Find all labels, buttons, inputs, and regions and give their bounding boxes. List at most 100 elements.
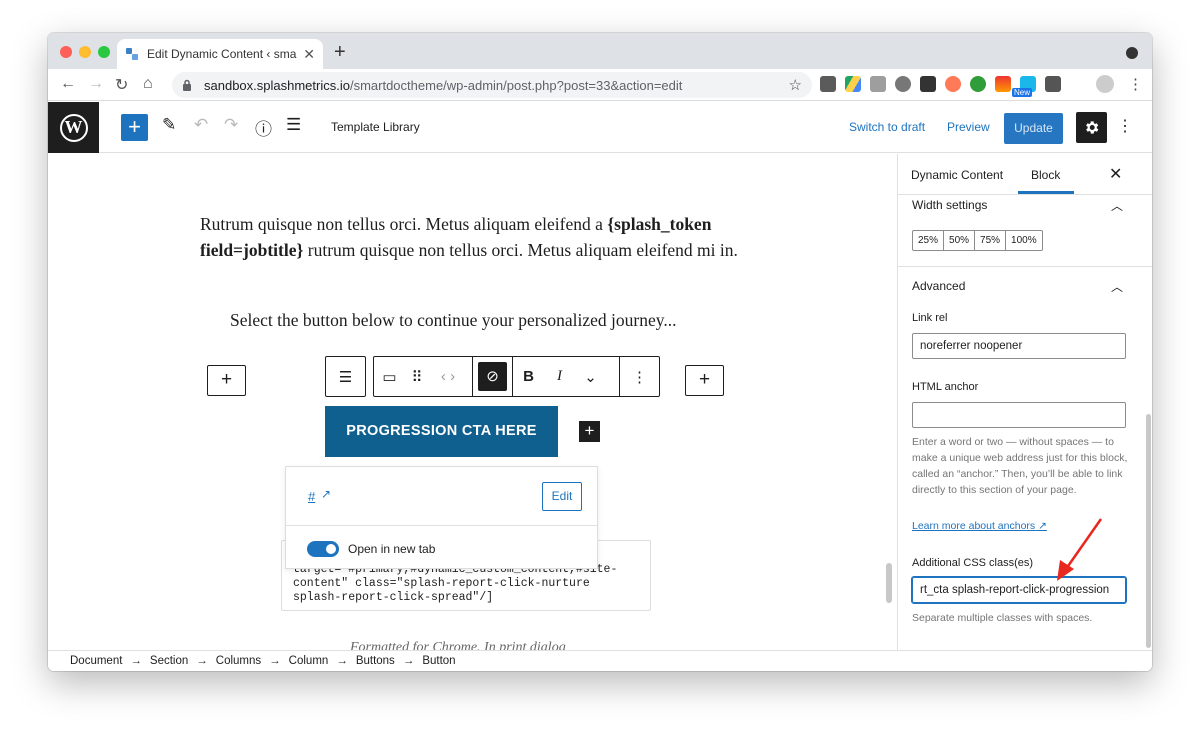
undo-icon[interactable]: ↶ [194, 115, 208, 135]
extension-circle-icon[interactable] [895, 76, 911, 92]
breadcrumb-arrow-icon: → [130, 655, 142, 667]
url-path: /smartdoctheme/wp-admin/post.php?post=33… [349, 77, 683, 93]
hubspot-icon[interactable] [945, 76, 961, 92]
update-button[interactable]: Update [1004, 113, 1063, 144]
active-tab-indicator [1018, 191, 1074, 194]
extension-green-icon[interactable] [970, 76, 986, 92]
tab-search-icon[interactable] [1126, 47, 1138, 59]
preview-button[interactable]: Preview [947, 120, 990, 134]
advanced-heading[interactable]: Advanced [912, 279, 965, 293]
learn-more-anchors-link[interactable]: Learn more about anchors ↗ [912, 520, 1047, 532]
template-library-button[interactable]: Template Library [331, 120, 420, 134]
css-class-input[interactable]: rt_cta splash-report-click-progression [912, 577, 1126, 603]
external-link-icon: ↗ [1038, 520, 1047, 532]
new-tab-icon[interactable]: + [334, 41, 346, 64]
wordpress-logo[interactable]: W [48, 102, 99, 153]
back-icon[interactable]: ← [60, 75, 76, 93]
settings-sidebar: Dynamic Content Block ✕ Width settings ︿… [897, 154, 1152, 650]
add-block-button[interactable]: + [121, 114, 148, 141]
bookmark-star-icon[interactable]: ☆ [789, 76, 802, 94]
edit-pencil-icon[interactable]: ✎ [162, 115, 176, 135]
canvas-scrollbar[interactable] [886, 563, 892, 603]
site-favicon-icon [126, 48, 138, 60]
google-drive-icon[interactable] [845, 76, 861, 92]
link-popover: # ↗ Edit Open in new tab [285, 466, 598, 569]
edit-link-button[interactable]: Edit [542, 482, 582, 511]
breadcrumb-section[interactable]: Section [150, 655, 188, 667]
reload-icon[interactable]: ↻ [115, 75, 128, 95]
extension-dark-icon[interactable] [920, 76, 936, 92]
breadcrumb-column[interactable]: Column [289, 655, 329, 667]
url-field[interactable]: sandbox.splashmetrics.io/smartdoctheme/w… [172, 72, 812, 98]
insert-block-left-button[interactable]: + [207, 365, 246, 396]
toolbar-format-group: B I ⌄ [513, 357, 620, 396]
settings-button[interactable] [1076, 112, 1107, 143]
block-options-icon[interactable]: ⋮ [624, 368, 655, 386]
link-rel-label: Link rel [912, 312, 948, 324]
width-settings-heading[interactable]: Width settings [912, 198, 987, 212]
breadcrumb-button[interactable]: Button [422, 655, 455, 667]
browser-menu-icon[interactable]: ⋮ [1128, 75, 1143, 93]
maximize-window-icon[interactable] [98, 46, 110, 58]
drag-handle-icon[interactable]: ⠿ [405, 368, 429, 386]
info-icon[interactable]: ⓘ [255, 115, 272, 140]
cutoff-text: Formatted for Chrome. In print dialog [350, 640, 566, 650]
forward-icon[interactable]: → [88, 75, 104, 93]
html-anchor-label: HTML anchor [912, 381, 979, 393]
buttons-parent-icon[interactable]: ☰ [326, 368, 365, 386]
button-block-icon[interactable]: ▭ [374, 368, 405, 386]
add-button-inserter[interactable]: + [579, 421, 600, 442]
breadcrumb-columns[interactable]: Columns [216, 655, 261, 667]
toolbar-options-group: ⋮ [620, 357, 659, 396]
chevron-up-icon[interactable]: ︿ [1111, 197, 1123, 214]
breadcrumb-arrow-icon: → [402, 655, 415, 667]
breadcrumb-document[interactable]: Document [70, 655, 122, 667]
tab-block[interactable]: Block [1031, 168, 1060, 182]
html-anchor-input[interactable] [912, 402, 1126, 428]
body-paragraph[interactable]: Rutrum quisque non tellus orci. Metus al… [200, 211, 740, 263]
more-options-icon[interactable]: ⋮ [1117, 116, 1133, 136]
gear-icon [1086, 121, 1099, 134]
open-new-tab-toggle[interactable] [307, 541, 339, 557]
breadcrumb-buttons[interactable]: Buttons [356, 655, 395, 667]
close-tab-icon[interactable]: ✕ [303, 46, 315, 63]
width-25-button[interactable]: 25% [913, 231, 945, 250]
extension-rainbow-icon[interactable] [995, 76, 1011, 92]
browser-window: Edit Dynamic Content ‹ smartd ✕ + ← → ↻ … [48, 33, 1152, 671]
new-badge: New [1012, 88, 1033, 97]
close-window-icon[interactable] [60, 46, 72, 58]
link-rel-input[interactable]: noreferrer noopener [912, 333, 1126, 359]
block-breadcrumb: Document → Section → Columns → Column → Butt… [48, 650, 1152, 671]
chevron-up-icon[interactable]: ︿ [1111, 278, 1123, 295]
extension-reader-icon[interactable] [820, 76, 836, 92]
unlink-icon[interactable]: ⊘ [478, 362, 507, 391]
paragraph-start: Rutrum quisque non tellus orci. Metus al… [200, 214, 603, 234]
progression-cta-button[interactable]: PROGRESSION CTA HERE [325, 406, 558, 457]
width-100-button[interactable]: 100% [1006, 231, 1042, 250]
width-75-button[interactable]: 75% [975, 231, 1007, 250]
switch-to-draft-button[interactable]: Switch to draft [849, 120, 925, 134]
sidebar-tabs: Dynamic Content Block ✕ [898, 154, 1152, 195]
width-50-button[interactable]: 50% [944, 231, 976, 250]
toggle-knob [326, 544, 336, 554]
profile-avatar[interactable] [1096, 75, 1114, 93]
minimize-window-icon[interactable] [79, 46, 91, 58]
move-arrows-icon[interactable]: ‹ › [429, 368, 467, 385]
parent-block-toolbar: ☰ [325, 356, 366, 397]
select-line-paragraph[interactable]: Select the button below to continue your… [230, 307, 730, 333]
italic-icon[interactable]: I [544, 368, 575, 385]
list-view-icon[interactable]: ☰ [286, 115, 301, 135]
tab-dynamic-content[interactable]: Dynamic Content [911, 168, 1003, 182]
browser-tab-active[interactable]: Edit Dynamic Content ‹ smartd ✕ [117, 39, 323, 69]
close-sidebar-icon[interactable]: ✕ [1109, 164, 1122, 184]
sidebar-scrollbar[interactable] [1146, 414, 1151, 648]
home-icon[interactable]: ⌂ [143, 75, 153, 93]
extensions-puzzle-icon[interactable] [1045, 76, 1061, 92]
link-url[interactable]: # [308, 489, 315, 504]
insert-block-right-button[interactable]: + [685, 365, 724, 396]
breadcrumb-arrow-icon: → [336, 655, 348, 667]
extension-chat-icon[interactable] [870, 76, 886, 92]
bold-icon[interactable]: B [513, 368, 544, 385]
more-formatting-chevron-icon[interactable]: ⌄ [575, 368, 606, 386]
redo-icon[interactable]: ↷ [224, 115, 238, 135]
